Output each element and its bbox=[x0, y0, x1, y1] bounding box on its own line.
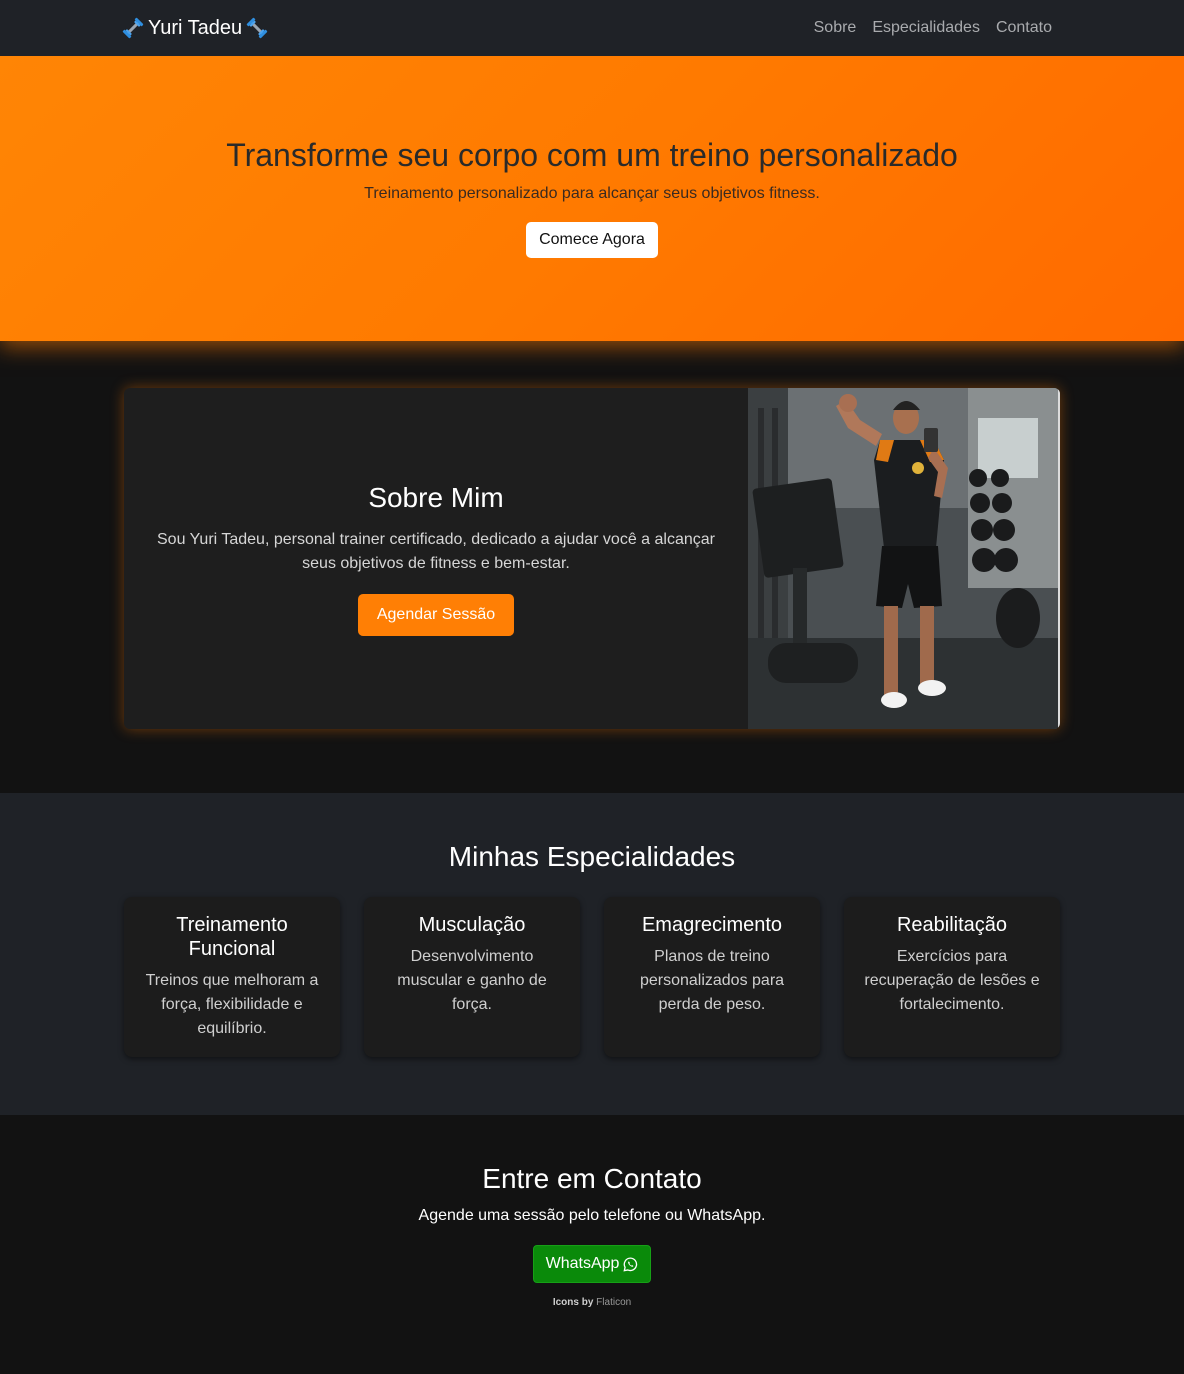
about-card: Sobre Mim Sou Yuri Tadeu, personal train… bbox=[124, 388, 1060, 729]
flaticon-link[interactable]: Flaticon bbox=[596, 1297, 631, 1308]
about-title: Sobre Mim bbox=[368, 481, 504, 513]
specialty-description: Exercícios para recuperação de lesões e … bbox=[864, 948, 1040, 1013]
nav-link-contato[interactable]: Contato bbox=[996, 19, 1052, 37]
specialty-title: Treinamento Funcional bbox=[176, 914, 288, 960]
specialty-card: Musculação Desenvolvimento muscular e ga… bbox=[364, 897, 580, 1057]
about-description: Sou Yuri Tadeu, personal trainer certifi… bbox=[157, 530, 715, 572]
contact-title: Entre em Contato bbox=[482, 1163, 702, 1194]
specialty-title: Emagrecimento bbox=[641, 914, 783, 936]
schedule-session-button[interactable]: Agendar Sessão bbox=[357, 593, 515, 636]
about-text: Sobre Mim Sou Yuri Tadeu, personal train… bbox=[124, 388, 748, 729]
dumbbell-icon bbox=[246, 17, 268, 39]
brand-name: Yuri Tadeu bbox=[148, 16, 243, 39]
contact-subtitle: Agende uma sessão pelo telefone ou Whats… bbox=[418, 1207, 766, 1224]
dumbbell-icon bbox=[122, 17, 144, 39]
specialty-description: Treinos que melhoram a força, flexibilid… bbox=[145, 972, 319, 1037]
start-now-button[interactable]: Comece Agora bbox=[526, 222, 658, 258]
icon-credits: Icons by Flaticon bbox=[0, 1297, 1184, 1308]
hero-subtitle: Treinamento personalizado para alcançar … bbox=[364, 185, 820, 202]
specialty-card: Emagrecimento Planos de treino personali… bbox=[604, 897, 820, 1057]
contact-section: Entre em Contato Agende uma sessão pelo … bbox=[0, 1115, 1184, 1374]
specialties-section: Minhas Especialidades Treinamento Funcio… bbox=[0, 793, 1184, 1115]
hero-section: Transforme seu corpo com um treino perso… bbox=[0, 56, 1184, 341]
hero-title: Transforme seu corpo com um treino perso… bbox=[226, 137, 958, 173]
specialties-grid: Treinamento Funcional Treinos que melhor… bbox=[124, 897, 1060, 1057]
nav-link-especialidades[interactable]: Especialidades bbox=[872, 19, 980, 37]
specialty-description: Planos de treino personalizados para per… bbox=[639, 948, 785, 1013]
whatsapp-icon bbox=[623, 1256, 638, 1272]
specialty-card: Treinamento Funcional Treinos que melhor… bbox=[124, 897, 340, 1057]
specialty-description: Desenvolvimento muscular e ganho de forç… bbox=[397, 948, 547, 1013]
navbar: Yuri Tadeu Sobre Especialidades Contato bbox=[0, 0, 1184, 56]
trainer-photo bbox=[748, 388, 1060, 729]
specialty-title: Musculação bbox=[418, 914, 526, 936]
credits-prefix: Icons by bbox=[552, 1297, 594, 1308]
whatsapp-button[interactable]: WhatsApp bbox=[532, 1245, 652, 1283]
about-section: Sobre Mim Sou Yuri Tadeu, personal train… bbox=[0, 341, 1184, 793]
specialties-title: Minhas Especialidades bbox=[448, 841, 736, 872]
nav-link-sobre[interactable]: Sobre bbox=[814, 19, 857, 37]
specialty-card: Reabilitação Exercícios para recuperação… bbox=[844, 897, 1060, 1057]
whatsapp-button-label: WhatsApp bbox=[545, 1255, 620, 1272]
nav-links: Sobre Especialidades Contato bbox=[814, 19, 1052, 37]
brand-link[interactable]: Yuri Tadeu bbox=[122, 17, 268, 40]
specialty-title: Reabilitação bbox=[896, 914, 1008, 936]
